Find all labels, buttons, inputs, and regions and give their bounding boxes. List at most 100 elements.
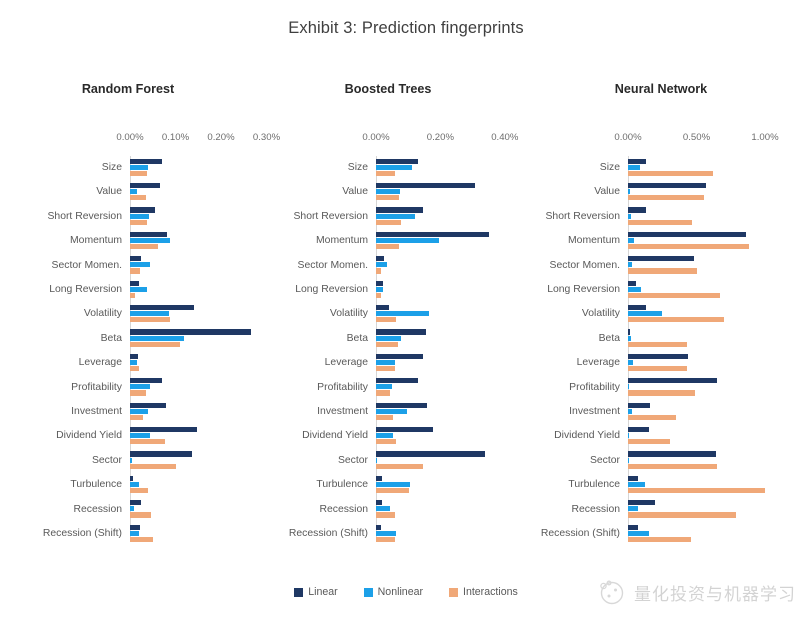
panel-title-boosted-trees: Boosted Trees: [344, 82, 432, 96]
bar-group: [506, 427, 812, 447]
bar-interactions: [130, 439, 165, 445]
bar-interactions: [376, 244, 399, 250]
bar-group: [506, 158, 812, 178]
bar-group: [254, 475, 526, 495]
bar-group: [506, 207, 812, 227]
bar-interactions: [628, 463, 718, 469]
bar-group: [0, 158, 272, 178]
bar-nonlinear: [628, 433, 629, 439]
bar-interactions: [376, 341, 398, 347]
bar-nonlinear: [376, 213, 415, 219]
bar-nonlinear: [376, 433, 393, 439]
bar-linear: [376, 158, 419, 164]
x-tick-label: 0.20%: [207, 132, 235, 143]
bar-interactions: [130, 463, 176, 469]
bar-nonlinear: [376, 286, 383, 292]
bar-group: [506, 329, 812, 349]
bar-nonlinear: [628, 481, 646, 488]
bar-linear: [130, 183, 161, 189]
bar-nonlinear: [628, 408, 633, 414]
bar-group: [0, 500, 272, 520]
bar-interactions: [130, 488, 149, 494]
bar-group: [506, 451, 812, 471]
bar-nonlinear: [376, 164, 413, 170]
bar-nonlinear: [376, 237, 440, 244]
bar-nonlinear: [130, 213, 149, 219]
bar-group: [506, 524, 812, 544]
bar-group: [506, 353, 812, 373]
bar-nonlinear: [130, 530, 140, 536]
bar-group: [0, 183, 272, 203]
chart-category-row: Size: [254, 156, 526, 180]
bar-linear: [628, 231, 746, 237]
bar-nonlinear: [628, 506, 638, 512]
bar-group: [254, 524, 526, 544]
bar-interactions: [130, 292, 135, 298]
chart-category-row: Investment: [254, 400, 526, 424]
bar-linear: [628, 280, 637, 286]
chart-category-row: Sector Momen.: [506, 254, 812, 278]
x-axis-ticks-neural-network: 0.00% 0.50% 1.00%: [506, 132, 812, 148]
chart-category-row: Turbulence: [0, 473, 272, 497]
bar-nonlinear: [130, 335, 184, 341]
bar-linear: [130, 451, 192, 457]
chart-category-row: Turbulence: [506, 473, 812, 497]
legend-swatch-icon: [363, 587, 373, 597]
bar-nonlinear: [376, 530, 396, 536]
legend-label: Interactions: [463, 586, 518, 598]
plot-area-boosted-trees: Size Value Short Reversion Momentum Sector M…: [254, 156, 526, 552]
bar-linear: [628, 207, 647, 213]
bar-group: [506, 378, 812, 398]
bar-interactions: [376, 268, 382, 274]
bar-linear: [376, 207, 424, 213]
bar-linear: [130, 500, 141, 506]
bar-interactions: [130, 366, 139, 372]
bar-linear: [130, 280, 140, 286]
bar-linear: [376, 378, 418, 384]
bar-linear: [130, 256, 141, 262]
chart-category-row: Short Reversion: [254, 205, 526, 229]
chart-category-row: Recession: [254, 498, 526, 522]
bar-interactions: [628, 292, 720, 298]
bar-group: [506, 183, 812, 203]
chart-category-row: Leverage: [0, 351, 272, 375]
bar-interactions: [628, 341, 687, 347]
bar-linear: [130, 475, 134, 481]
chart-category-row: Value: [254, 180, 526, 204]
bar-linear: [376, 427, 434, 433]
logo-icon: [600, 580, 624, 605]
chart-category-row: Sector: [254, 449, 526, 473]
bar-linear: [628, 378, 718, 384]
bar-linear: [130, 427, 197, 433]
chart-panel-boosted-trees: Boosted Trees 0.00% 0.20% 0.40% Size Value S…: [254, 72, 526, 552]
chart-category-row: Profitability: [506, 376, 812, 400]
bar-group: [254, 231, 526, 251]
bar-group: [506, 475, 812, 495]
bar-linear: [628, 524, 639, 530]
bar-linear: [628, 305, 647, 311]
bar-group: [0, 231, 272, 251]
chart-category-row: Dividend Yield: [506, 424, 812, 448]
bar-linear: [376, 524, 381, 530]
bar-interactions: [376, 366, 395, 372]
bar-linear: [376, 305, 389, 311]
bar-linear: [376, 402, 427, 408]
bar-interactions: [376, 512, 395, 518]
bar-linear: [130, 524, 140, 530]
bar-interactions: [376, 390, 391, 396]
bar-interactions: [130, 512, 152, 518]
bar-group: [0, 475, 272, 495]
bar-group: [0, 524, 272, 544]
bar-linear: [376, 231, 489, 237]
bar-interactions: [130, 268, 140, 274]
chart-category-row: Long Reversion: [0, 278, 272, 302]
bar-linear: [130, 305, 195, 311]
bar-group: [0, 402, 272, 422]
bar-group: [0, 329, 272, 349]
chart-category-row: Recession (Shift): [0, 522, 272, 546]
bar-linear: [130, 353, 138, 359]
bar-nonlinear: [628, 384, 630, 390]
bar-linear: [130, 231, 168, 237]
bar-group: [254, 427, 526, 447]
bar-nonlinear: [130, 384, 150, 390]
